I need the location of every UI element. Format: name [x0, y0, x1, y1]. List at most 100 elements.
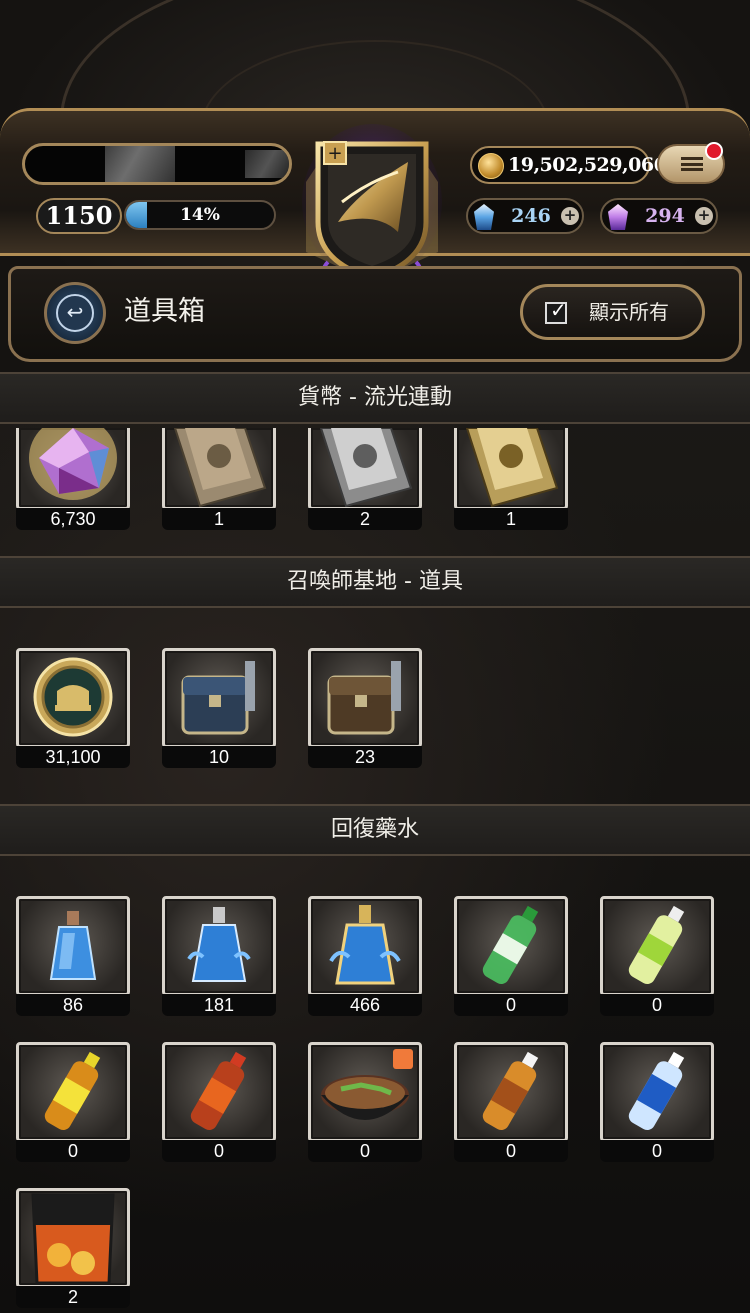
- large-potion-icon: [329, 905, 401, 985]
- add-purple-crystal-button[interactable]: +: [695, 207, 713, 225]
- item-slot[interactable]: 2: [308, 428, 422, 546]
- silver-card-icon: [319, 428, 413, 507]
- item-slot[interactable]: 2: [16, 1188, 130, 1308]
- purple-crystal-icon: [608, 204, 628, 230]
- item-slot[interactable]: 0: [308, 1042, 422, 1162]
- item-slot[interactable]: 23: [308, 648, 422, 768]
- brown-toolbag-icon: [327, 661, 401, 735]
- oolong-tea-bottle-icon: [482, 1051, 539, 1130]
- purple-crystal-currency: 294 +: [600, 198, 718, 234]
- item-frame: [454, 428, 568, 510]
- item-frame: [16, 896, 130, 996]
- item-count: 1: [162, 508, 276, 530]
- summoner-emblem-icon[interactable]: +: [298, 122, 446, 290]
- gold-amount: 19,502,529,066: [508, 154, 667, 176]
- item-slot[interactable]: 0: [16, 1042, 130, 1162]
- add-blue-crystal-button[interactable]: +: [561, 207, 579, 225]
- item-frame: [600, 1042, 714, 1142]
- item-frame: [16, 1188, 130, 1288]
- item-frame: [16, 1042, 130, 1142]
- item-count: 0: [308, 1140, 422, 1162]
- item-frame: [162, 648, 276, 748]
- item-count: 0: [454, 994, 568, 1016]
- item-frame: [308, 428, 422, 510]
- blue-crystal-currency: 246 +: [466, 198, 584, 234]
- item-count: 0: [162, 1140, 276, 1162]
- item-count: 466: [308, 994, 422, 1016]
- section-header-potions: 回復藥水: [0, 804, 750, 856]
- item-slot[interactable]: 0: [600, 896, 714, 1016]
- item-slot[interactable]: 10: [162, 648, 276, 768]
- blue-crystal-amount: 246: [511, 205, 551, 227]
- back-button[interactable]: [44, 282, 106, 344]
- item-slot[interactable]: 0: [454, 1042, 568, 1162]
- item-frame: [600, 896, 714, 996]
- small-potion-icon: [49, 911, 97, 980]
- item-count: 2: [16, 1286, 130, 1308]
- prism-gem-icon: [29, 428, 117, 500]
- item-slot[interactable]: 0: [162, 1042, 276, 1162]
- item-frame: [454, 1042, 568, 1142]
- beef-bowl-icon: [321, 1049, 413, 1120]
- bronze-card-icon: [173, 428, 267, 507]
- svg-text:+: +: [327, 143, 342, 164]
- top-status-header: 1150 14% + 19,502,529,066 246 + 294 + ↩ …: [0, 0, 750, 372]
- section-header-base-items: 召喚師基地 - 道具: [0, 556, 750, 608]
- gold-card-icon: [465, 428, 559, 507]
- chips-bag-icon: [31, 1193, 115, 1285]
- item-count: 6,730: [16, 508, 130, 530]
- item-slot[interactable]: 6,730: [16, 428, 130, 546]
- item-frame: [308, 896, 422, 996]
- item-frame: [308, 648, 422, 748]
- item-frame: [454, 896, 568, 996]
- player-name-banner[interactable]: [22, 143, 292, 185]
- furniture-coin-icon: [33, 657, 113, 737]
- item-frame: [162, 428, 276, 510]
- back-arrow-icon: [56, 294, 94, 332]
- item-count: 86: [16, 994, 130, 1016]
- deep-water-bottle-icon: [628, 1051, 685, 1130]
- item-slot[interactable]: 466: [308, 896, 422, 1016]
- green-soda-bottle-icon: [482, 905, 539, 984]
- checkbox-icon: [545, 298, 567, 324]
- item-count: 0: [454, 1140, 568, 1162]
- item-slot[interactable]: 1: [162, 428, 276, 546]
- medium-potion-icon: [187, 907, 251, 982]
- item-count: 0: [600, 994, 714, 1016]
- item-slot[interactable]: 1: [454, 428, 568, 546]
- notification-badge: [705, 142, 723, 160]
- item-frame: [162, 896, 276, 996]
- blue-toolbag-icon: [181, 661, 255, 735]
- show-all-label: 顯示所有: [589, 300, 669, 324]
- gold-coin-icon: [478, 153, 504, 179]
- yellow-drink-bottle-icon: [628, 905, 685, 984]
- purple-crystal-amount: 294: [645, 205, 685, 227]
- item-frame: [162, 1042, 276, 1142]
- item-list[interactable]: 貨幣 - 流光連動 6,730 1 2 1 召喚師基地 - 道具 31,100 …: [0, 372, 750, 1313]
- item-slot[interactable]: 0: [600, 1042, 714, 1162]
- item-count: 23: [308, 746, 422, 768]
- section-header-currency: 貨幣 - 流光連動: [0, 372, 750, 424]
- item-count: 0: [600, 1140, 714, 1162]
- red-tea-bottle-icon: [190, 1051, 247, 1130]
- hamburger-icon: [681, 157, 703, 171]
- item-count: 0: [16, 1140, 130, 1162]
- item-slot[interactable]: 0: [454, 896, 568, 1016]
- banner-art: [245, 150, 289, 178]
- item-frame: [16, 648, 130, 748]
- item-frame: [308, 1042, 422, 1142]
- item-slot[interactable]: 86: [16, 896, 130, 1016]
- item-count: 31,100: [16, 746, 130, 768]
- item-count: 181: [162, 994, 276, 1016]
- exp-percent-label: 14%: [180, 205, 220, 225]
- banner-art: [105, 146, 175, 182]
- blue-crystal-icon: [474, 204, 494, 230]
- item-slot[interactable]: 31,100: [16, 648, 130, 768]
- item-count: 10: [162, 746, 276, 768]
- page-title: 道具箱: [124, 296, 205, 327]
- exp-progress-bar: 14%: [124, 200, 276, 230]
- menu-button[interactable]: [657, 142, 725, 184]
- player-level: 1150: [36, 198, 122, 234]
- show-all-button[interactable]: 顯示所有: [520, 284, 705, 340]
- item-slot[interactable]: 181: [162, 896, 276, 1016]
